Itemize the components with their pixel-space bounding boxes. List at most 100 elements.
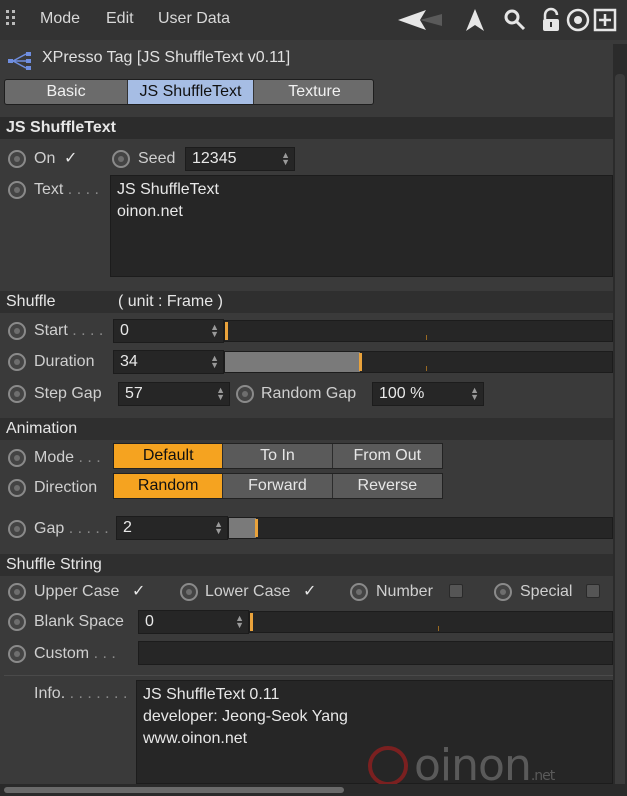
randomgap-value: 100 %	[379, 385, 425, 402]
custom-input[interactable]	[138, 641, 613, 665]
start-slider-tick	[426, 335, 427, 340]
start-dots: . . . .	[72, 322, 104, 339]
blankspace-spinner-icon[interactable]: ▲ ▼	[235, 614, 244, 630]
start-spinner-icon[interactable]: ▲ ▼	[210, 323, 219, 339]
vertical-scrollbar[interactable]	[613, 44, 627, 796]
start-slider[interactable]	[224, 320, 613, 342]
text-animate-radio[interactable]	[8, 181, 26, 199]
seed-spinner-icon[interactable]: ▲ ▼	[281, 151, 290, 167]
number-animate-radio[interactable]	[350, 583, 368, 601]
mode-option-default[interactable]: Default	[114, 444, 224, 468]
randomgap-field[interactable]: 100 % ▲ ▼	[372, 382, 484, 406]
target-icon[interactable]	[565, 7, 591, 33]
info-dots: . . . . . . .	[69, 685, 128, 702]
lock-icon[interactable]	[538, 7, 564, 33]
gap-spinner-icon[interactable]: ▲ ▼	[214, 520, 223, 536]
panel-title: XPresso Tag [JS ShuffleText v0.11]	[42, 49, 291, 66]
watermark-ring-icon	[368, 746, 408, 786]
text-line-2: oinon.net	[117, 203, 183, 220]
mode-animate-radio[interactable]	[8, 449, 26, 467]
section-animation: Animation	[0, 418, 613, 440]
lowercase-label: Lower Case	[205, 583, 291, 600]
section-shuffle: Shuffle ( unit : Frame )	[0, 291, 613, 313]
duration-label: Duration	[34, 353, 95, 370]
direction-segmented: Random Forward Reverse	[113, 473, 443, 499]
gap-label-wrap: Gap . . . . .	[34, 520, 109, 538]
text-label: Text	[34, 181, 64, 198]
special-checkbox[interactable]	[586, 584, 600, 598]
duration-slider-knob[interactable]	[359, 353, 363, 371]
on-checkbox[interactable]: ✓	[64, 148, 77, 168]
uppercase-animate-radio[interactable]	[8, 583, 26, 601]
new-panel-icon[interactable]	[592, 7, 618, 33]
stepgap-spinner-icon[interactable]: ▲ ▼	[216, 386, 225, 402]
arrow-left-icon[interactable]	[396, 7, 444, 33]
custom-label: Custom	[34, 645, 90, 662]
start-slider-knob[interactable]	[225, 322, 228, 340]
direction-animate-radio[interactable]	[8, 479, 26, 497]
direction-label: Direction	[34, 479, 98, 496]
direction-option-random[interactable]: Random	[114, 474, 224, 498]
duration-spinner-icon[interactable]: ▲ ▼	[210, 354, 219, 370]
gap-animate-radio[interactable]	[8, 520, 26, 538]
randomgap-spinner-icon[interactable]: ▲ ▼	[470, 386, 479, 402]
info-label-wrap: Info. . . . . . . .	[34, 685, 127, 703]
stepgap-field[interactable]: 57 ▲ ▼	[118, 382, 230, 406]
mode-option-to-in[interactable]: To In	[223, 444, 333, 468]
blankspace-animate-radio[interactable]	[8, 613, 26, 631]
mode-option-from-out[interactable]: From Out	[332, 444, 442, 468]
direction-option-reverse[interactable]: Reverse	[332, 474, 442, 498]
tab-js-shuffletext[interactable]: JS ShuffleText	[127, 80, 253, 104]
gap-field[interactable]: 2 ▲ ▼	[116, 516, 228, 540]
duration-animate-radio[interactable]	[8, 353, 26, 371]
custom-dots: . . .	[93, 645, 116, 662]
special-animate-radio[interactable]	[494, 583, 512, 601]
gap-value: 2	[123, 519, 132, 536]
lowercase-checkbox[interactable]: ✓	[303, 581, 316, 601]
text-textarea[interactable]: JS ShuffleText oinon.net	[110, 175, 613, 277]
start-field[interactable]: 0 ▲ ▼	[113, 319, 224, 343]
duration-field[interactable]: 34 ▲ ▼	[113, 350, 224, 374]
uppercase-checkbox[interactable]: ✓	[132, 581, 145, 601]
gap-label: Gap	[34, 520, 65, 537]
vertical-scrollbar-thumb[interactable]	[615, 74, 625, 796]
menu-user-data[interactable]: User Data	[158, 10, 230, 28]
randomgap-animate-radio[interactable]	[236, 385, 254, 403]
blankspace-label: Blank Space	[34, 613, 124, 630]
arrow-up-icon[interactable]	[462, 7, 488, 33]
seed-field[interactable]: 12345 ▲ ▼	[185, 147, 295, 171]
blankspace-slider-tick	[438, 626, 439, 631]
lowercase-animate-radio[interactable]	[180, 583, 198, 601]
tab-texture[interactable]: Texture	[253, 80, 373, 104]
direction-option-forward[interactable]: Forward	[223, 474, 333, 498]
menu-edit[interactable]: Edit	[106, 10, 134, 28]
start-animate-radio[interactable]	[8, 322, 26, 340]
stepgap-label: Step Gap	[34, 385, 102, 402]
seed-animate-radio[interactable]	[112, 150, 130, 168]
duration-slider-tick	[426, 366, 427, 371]
start-label-wrap: Start . . . .	[34, 322, 103, 340]
tab-basic[interactable]: Basic	[5, 80, 127, 104]
mode-label: Mode	[34, 449, 75, 466]
blankspace-field[interactable]: 0 ▲ ▼	[138, 610, 249, 634]
blankspace-slider[interactable]	[249, 611, 613, 633]
on-animate-radio[interactable]	[8, 150, 26, 168]
blankspace-slider-knob[interactable]	[250, 613, 253, 631]
duration-slider[interactable]	[224, 351, 613, 373]
horizontal-scrollbar[interactable]	[0, 784, 627, 796]
gap-slider-knob[interactable]	[254, 519, 258, 537]
search-icon[interactable]	[502, 7, 528, 33]
seed-value: 12345	[192, 150, 237, 167]
gap-slider[interactable]	[228, 517, 613, 539]
stepgap-animate-radio[interactable]	[8, 385, 26, 403]
uppercase-label: Upper Case	[34, 583, 120, 600]
grip-icon[interactable]	[6, 10, 24, 30]
gap-slider-fill	[229, 518, 256, 538]
menu-mode[interactable]: Mode	[40, 10, 80, 28]
section-shuffle-string: Shuffle String	[0, 554, 613, 576]
number-checkbox[interactable]	[449, 584, 463, 598]
custom-animate-radio[interactable]	[8, 645, 26, 663]
horizontal-scrollbar-thumb[interactable]	[4, 787, 344, 793]
gap-dots: . . . . .	[68, 520, 109, 537]
blankspace-value: 0	[145, 613, 154, 630]
